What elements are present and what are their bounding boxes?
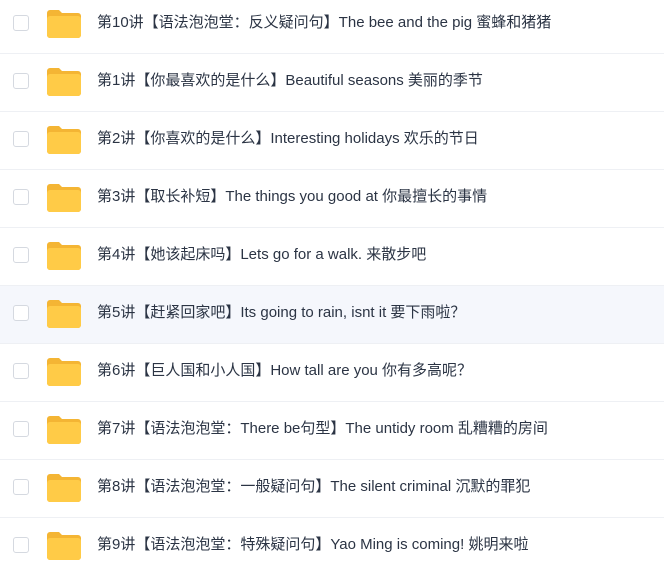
select-checkbox[interactable] xyxy=(13,362,29,379)
file-name[interactable]: 第7讲【语法泡泡堂：There be句型】The untidy room 乱糟糟… xyxy=(97,419,548,439)
select-checkbox[interactable] xyxy=(13,14,29,31)
list-item[interactable]: 第6讲【巨人国和小人国】How tall are you 你有多高呢？ xyxy=(0,344,664,402)
file-name[interactable]: 第8讲【语法泡泡堂：一般疑问句】The silent criminal 沉默的罪… xyxy=(97,477,530,497)
file-name[interactable]: 第2讲【你喜欢的是什么】Interesting holidays 欢乐的节日 xyxy=(97,129,479,149)
folder-icon xyxy=(46,67,82,97)
folder-icon xyxy=(46,415,82,445)
file-name[interactable]: 第10讲【语法泡泡堂：反义疑问句】The bee and the pig 蜜蜂和… xyxy=(97,13,551,33)
folder-icon xyxy=(46,473,82,503)
select-checkbox[interactable] xyxy=(13,478,29,495)
select-checkbox[interactable] xyxy=(13,72,29,89)
folder-icon xyxy=(46,299,82,329)
list-item[interactable]: 第9讲【语法泡泡堂：特殊疑问句】Yao Ming is coming! 姚明来啦 xyxy=(0,518,664,573)
file-name[interactable]: 第4讲【她该起床吗】Lets go for a walk. 来散步吧 xyxy=(97,245,426,265)
folder-icon xyxy=(46,9,82,39)
select-checkbox[interactable] xyxy=(13,130,29,147)
folder-icon xyxy=(46,125,82,155)
folder-icon xyxy=(46,531,82,561)
file-name[interactable]: 第5讲【赶紧回家吧】Its going to rain, isnt it 要下雨… xyxy=(97,303,465,323)
file-name[interactable]: 第6讲【巨人国和小人国】How tall are you 你有多高呢？ xyxy=(97,361,472,381)
list-item[interactable]: 第2讲【你喜欢的是什么】Interesting holidays 欢乐的节日 xyxy=(0,112,664,170)
file-name[interactable]: 第9讲【语法泡泡堂：特殊疑问句】Yao Ming is coming! 姚明来啦 xyxy=(97,535,528,555)
select-checkbox[interactable] xyxy=(13,188,29,205)
select-checkbox[interactable] xyxy=(13,304,29,321)
select-checkbox[interactable] xyxy=(13,536,29,553)
file-list: 第10讲【语法泡泡堂：反义疑问句】The bee and the pig 蜜蜂和… xyxy=(0,0,664,573)
list-item[interactable]: 第1讲【你最喜欢的是什么】Beautiful seasons 美丽的季节 xyxy=(0,54,664,112)
list-item[interactable]: 第4讲【她该起床吗】Lets go for a walk. 来散步吧 xyxy=(0,228,664,286)
list-item[interactable]: 第10讲【语法泡泡堂：反义疑问句】The bee and the pig 蜜蜂和… xyxy=(0,0,664,54)
list-item[interactable]: 第8讲【语法泡泡堂：一般疑问句】The silent criminal 沉默的罪… xyxy=(0,460,664,518)
folder-icon xyxy=(46,241,82,271)
select-checkbox[interactable] xyxy=(13,246,29,263)
list-item[interactable]: 第7讲【语法泡泡堂：There be句型】The untidy room 乱糟糟… xyxy=(0,402,664,460)
folder-icon xyxy=(46,183,82,213)
list-item[interactable]: 第3讲【取长补短】The things you good at 你最擅长的事情 xyxy=(0,170,664,228)
list-item[interactable]: 第5讲【赶紧回家吧】Its going to rain, isnt it 要下雨… xyxy=(0,286,664,344)
select-checkbox[interactable] xyxy=(13,420,29,437)
file-name[interactable]: 第1讲【你最喜欢的是什么】Beautiful seasons 美丽的季节 xyxy=(97,71,483,91)
file-name[interactable]: 第3讲【取长补短】The things you good at 你最擅长的事情 xyxy=(97,187,487,207)
folder-icon xyxy=(46,357,82,387)
